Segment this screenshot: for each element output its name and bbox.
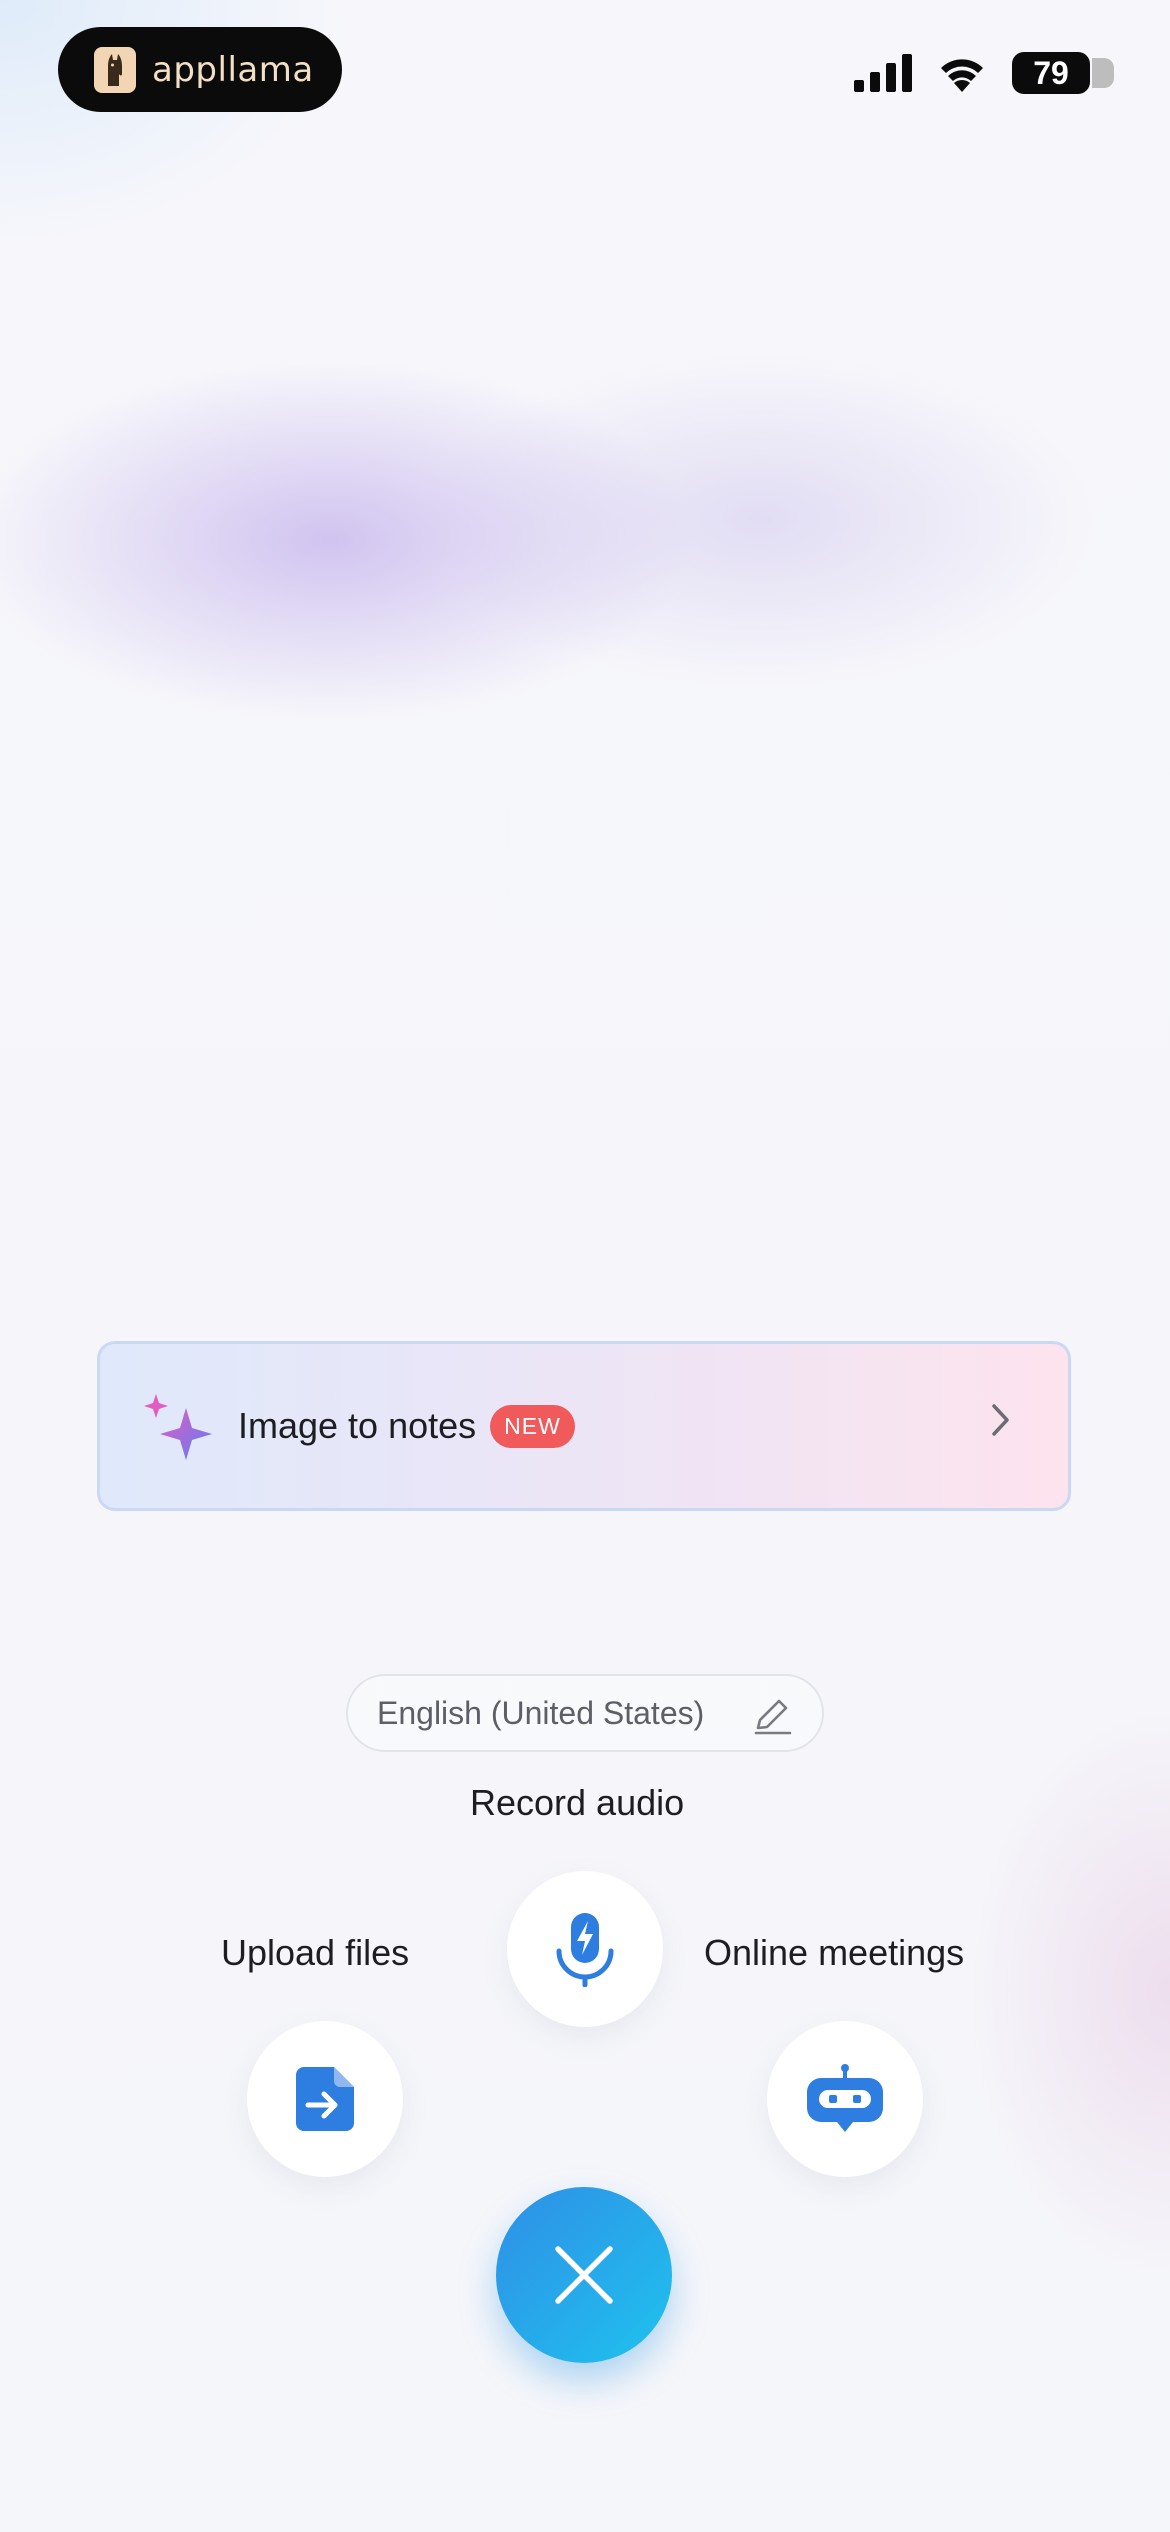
upload-files-button[interactable]: [247, 2021, 403, 2177]
close-button[interactable]: [496, 2187, 672, 2363]
robot-icon: [807, 2064, 883, 2132]
battery-level: 79: [1033, 54, 1069, 91]
image-to-notes-banner[interactable]: Image to notes NEW: [97, 1341, 1071, 1511]
record-audio-label: Record audio: [470, 1782, 685, 1823]
microphone-bolt-icon: [556, 1913, 614, 1987]
file-import-icon: [296, 2067, 354, 2131]
app-badge: appllama: [58, 27, 342, 112]
close-icon: [555, 2246, 613, 2304]
language-label: English (United States): [377, 1694, 705, 1731]
sparkle-icon: [144, 1394, 212, 1460]
new-badge: NEW: [490, 1404, 575, 1448]
online-meetings-label: Online meetings: [704, 1932, 965, 1973]
chevron-right-icon: [992, 1404, 1009, 1436]
pencil-icon: [754, 1699, 792, 1735]
wifi-icon: [941, 59, 983, 92]
language-selector[interactable]: English (United States): [346, 1674, 824, 1752]
llama-logo-icon: [94, 46, 136, 93]
app-badge-text: appllama: [152, 49, 314, 90]
upload-files-label: Upload files: [221, 1932, 410, 1973]
record-audio-button[interactable]: [507, 1871, 663, 2027]
status-icons: 79: [854, 52, 1114, 94]
battery-indicator: 79: [1012, 52, 1114, 94]
online-meetings-button[interactable]: [767, 2021, 923, 2177]
cellular-signal-icon: [854, 54, 912, 92]
banner-title: Image to notes: [238, 1405, 477, 1446]
background: [0, 0, 1170, 2532]
